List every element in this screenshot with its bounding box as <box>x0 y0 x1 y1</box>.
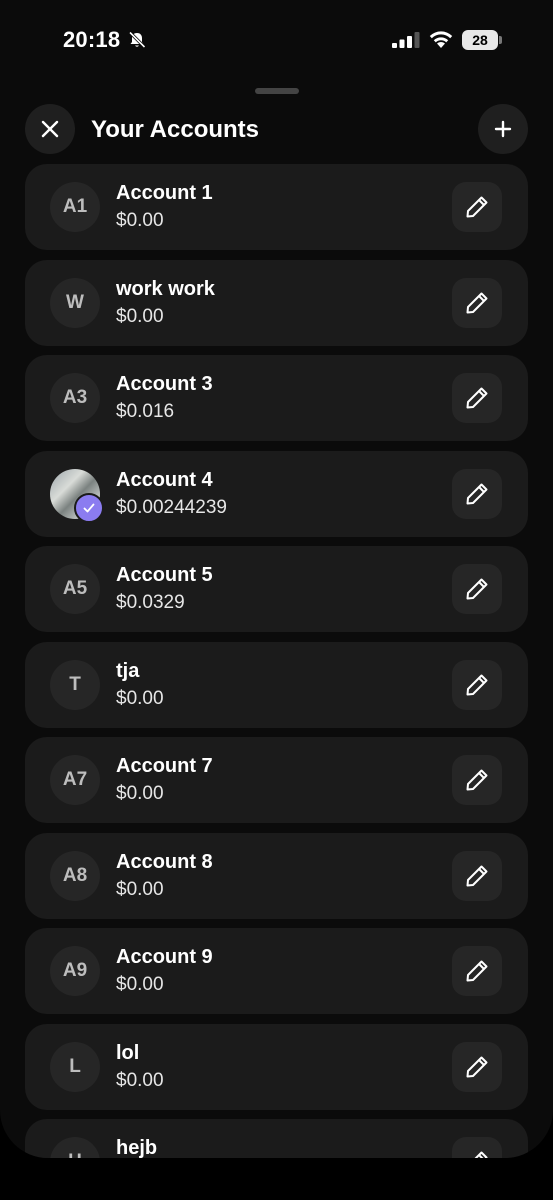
pencil-icon <box>466 578 488 600</box>
account-balance: $0.00 <box>116 210 164 231</box>
checkmark-icon <box>83 503 95 512</box>
account-card[interactable]: L lol $0.00 <box>25 1023 528 1110</box>
account-avatar: A5 <box>50 564 100 614</box>
bell-muted-icon <box>128 31 146 49</box>
selected-check-badge <box>74 492 104 523</box>
avatar-initials: A8 <box>62 864 88 886</box>
sheet-grabber[interactable] <box>255 88 299 94</box>
account-name: Account 5 <box>116 564 213 586</box>
sheet-header: Your Accounts <box>0 104 553 156</box>
account-card[interactable]: W work work $0.00 <box>25 259 528 346</box>
account-balance: $0.00 <box>116 878 164 900</box>
accounts-sheet: 20:18 28 Your Accounts A1 Account 1 $0.0… <box>0 0 553 1158</box>
account-avatar: A9 <box>50 946 100 996</box>
edit-account-button[interactable] <box>452 1041 502 1092</box>
cellular-signal-icon <box>392 32 420 48</box>
pencil-icon <box>466 865 488 886</box>
pencil-icon <box>466 960 488 982</box>
account-name: lol <box>116 1041 140 1064</box>
account-name: Account 8 <box>116 850 213 873</box>
pencil-icon <box>466 1056 488 1077</box>
account-card[interactable]: A3 Account 3 $0.016 <box>25 355 528 441</box>
edit-account-button[interactable] <box>452 373 502 423</box>
avatar-initials: T <box>69 673 81 695</box>
edit-account-button[interactable] <box>452 1137 502 1158</box>
pencil-icon <box>466 674 488 695</box>
account-balance: $0.016 <box>116 401 175 422</box>
battery-indicator: 28 <box>462 30 504 50</box>
wifi-icon <box>429 31 453 48</box>
pencil-icon <box>466 769 488 791</box>
avatar-initials: A9 <box>62 960 88 981</box>
account-name: Account 7 <box>116 755 213 777</box>
plus-icon <box>494 120 512 138</box>
avatar-initials: H <box>68 1151 82 1158</box>
account-avatar: A8 <box>50 850 100 901</box>
account-name: Account 1 <box>116 182 213 204</box>
account-name: Account 3 <box>116 373 213 395</box>
account-name: Account 4 <box>116 468 213 491</box>
pencil-icon <box>466 387 488 409</box>
account-balance: $0.00 <box>116 974 164 995</box>
account-card[interactable]: T tja $0.00 <box>25 641 528 728</box>
edit-account-button[interactable] <box>452 659 502 710</box>
page-title: Your Accounts <box>91 116 260 143</box>
pencil-icon <box>466 483 488 504</box>
edit-account-button[interactable] <box>452 755 502 805</box>
close-button[interactable] <box>25 104 75 154</box>
account-balance: $0.0329 <box>116 592 185 613</box>
avatar-initials: A5 <box>62 578 88 599</box>
battery-cap <box>499 36 502 44</box>
edit-account-button[interactable] <box>452 468 502 519</box>
edit-account-button[interactable] <box>452 850 502 901</box>
account-photo-avatar <box>50 468 104 523</box>
account-list: A1 Account 1 $0.00 W work work $0.00 A3 … <box>25 164 528 1158</box>
account-card[interactable]: A5 Account 5 $0.0329 <box>25 546 528 632</box>
account-card[interactable]: A9 Account 9 $0.00 <box>25 928 528 1014</box>
account-name: tja <box>116 659 140 682</box>
account-avatar: A7 <box>50 755 100 805</box>
avatar-initials: W <box>66 291 84 313</box>
account-balance: $0.00 <box>116 1069 164 1091</box>
avatar-initials: A7 <box>62 769 88 790</box>
account-avatar: W <box>50 277 100 328</box>
account-name: hejb <box>116 1137 158 1158</box>
avatar-initials: A3 <box>62 387 88 408</box>
status-bar: 20:18 28 <box>0 0 553 80</box>
account-avatar: T <box>50 659 100 710</box>
battery-level: 28 <box>462 30 498 50</box>
account-balance: $0.00 <box>116 687 164 709</box>
avatar-initials: L <box>69 1055 81 1077</box>
account-card[interactable]: A8 Account 8 $0.00 <box>25 832 528 919</box>
phone-screen: 20:18 28 Your Accounts A1 Account 1 $0.0… <box>0 0 553 1200</box>
account-avatar: A3 <box>50 373 100 423</box>
edit-account-button[interactable] <box>452 277 502 328</box>
edit-account-button[interactable] <box>452 182 502 232</box>
close-icon <box>41 120 59 138</box>
account-avatar: L <box>50 1041 100 1092</box>
pencil-icon <box>466 196 488 218</box>
account-avatar: A1 <box>50 182 100 232</box>
account-balance: $0.00244239 <box>116 496 227 518</box>
account-name: work work <box>116 277 215 300</box>
edit-account-button[interactable] <box>452 946 502 996</box>
account-card[interactable]: A1 Account 1 $0.00 <box>25 164 528 250</box>
avatar-initials: A1 <box>62 196 88 217</box>
pencil-icon <box>474 1151 488 1158</box>
account-card[interactable]: Account 4 $0.00244239 <box>25 450 528 537</box>
add-account-button[interactable] <box>478 104 528 154</box>
account-card[interactable]: H hejb <box>25 1119 528 1158</box>
account-name: Account 9 <box>116 946 213 968</box>
status-time: 20:18 <box>63 27 121 52</box>
edit-account-button[interactable] <box>452 564 502 614</box>
account-balance: $0.00 <box>116 783 164 804</box>
account-avatar: H <box>50 1137 100 1158</box>
account-card[interactable]: A7 Account 7 $0.00 <box>25 737 528 823</box>
account-balance: $0.00 <box>116 305 164 327</box>
pencil-icon <box>466 292 488 313</box>
